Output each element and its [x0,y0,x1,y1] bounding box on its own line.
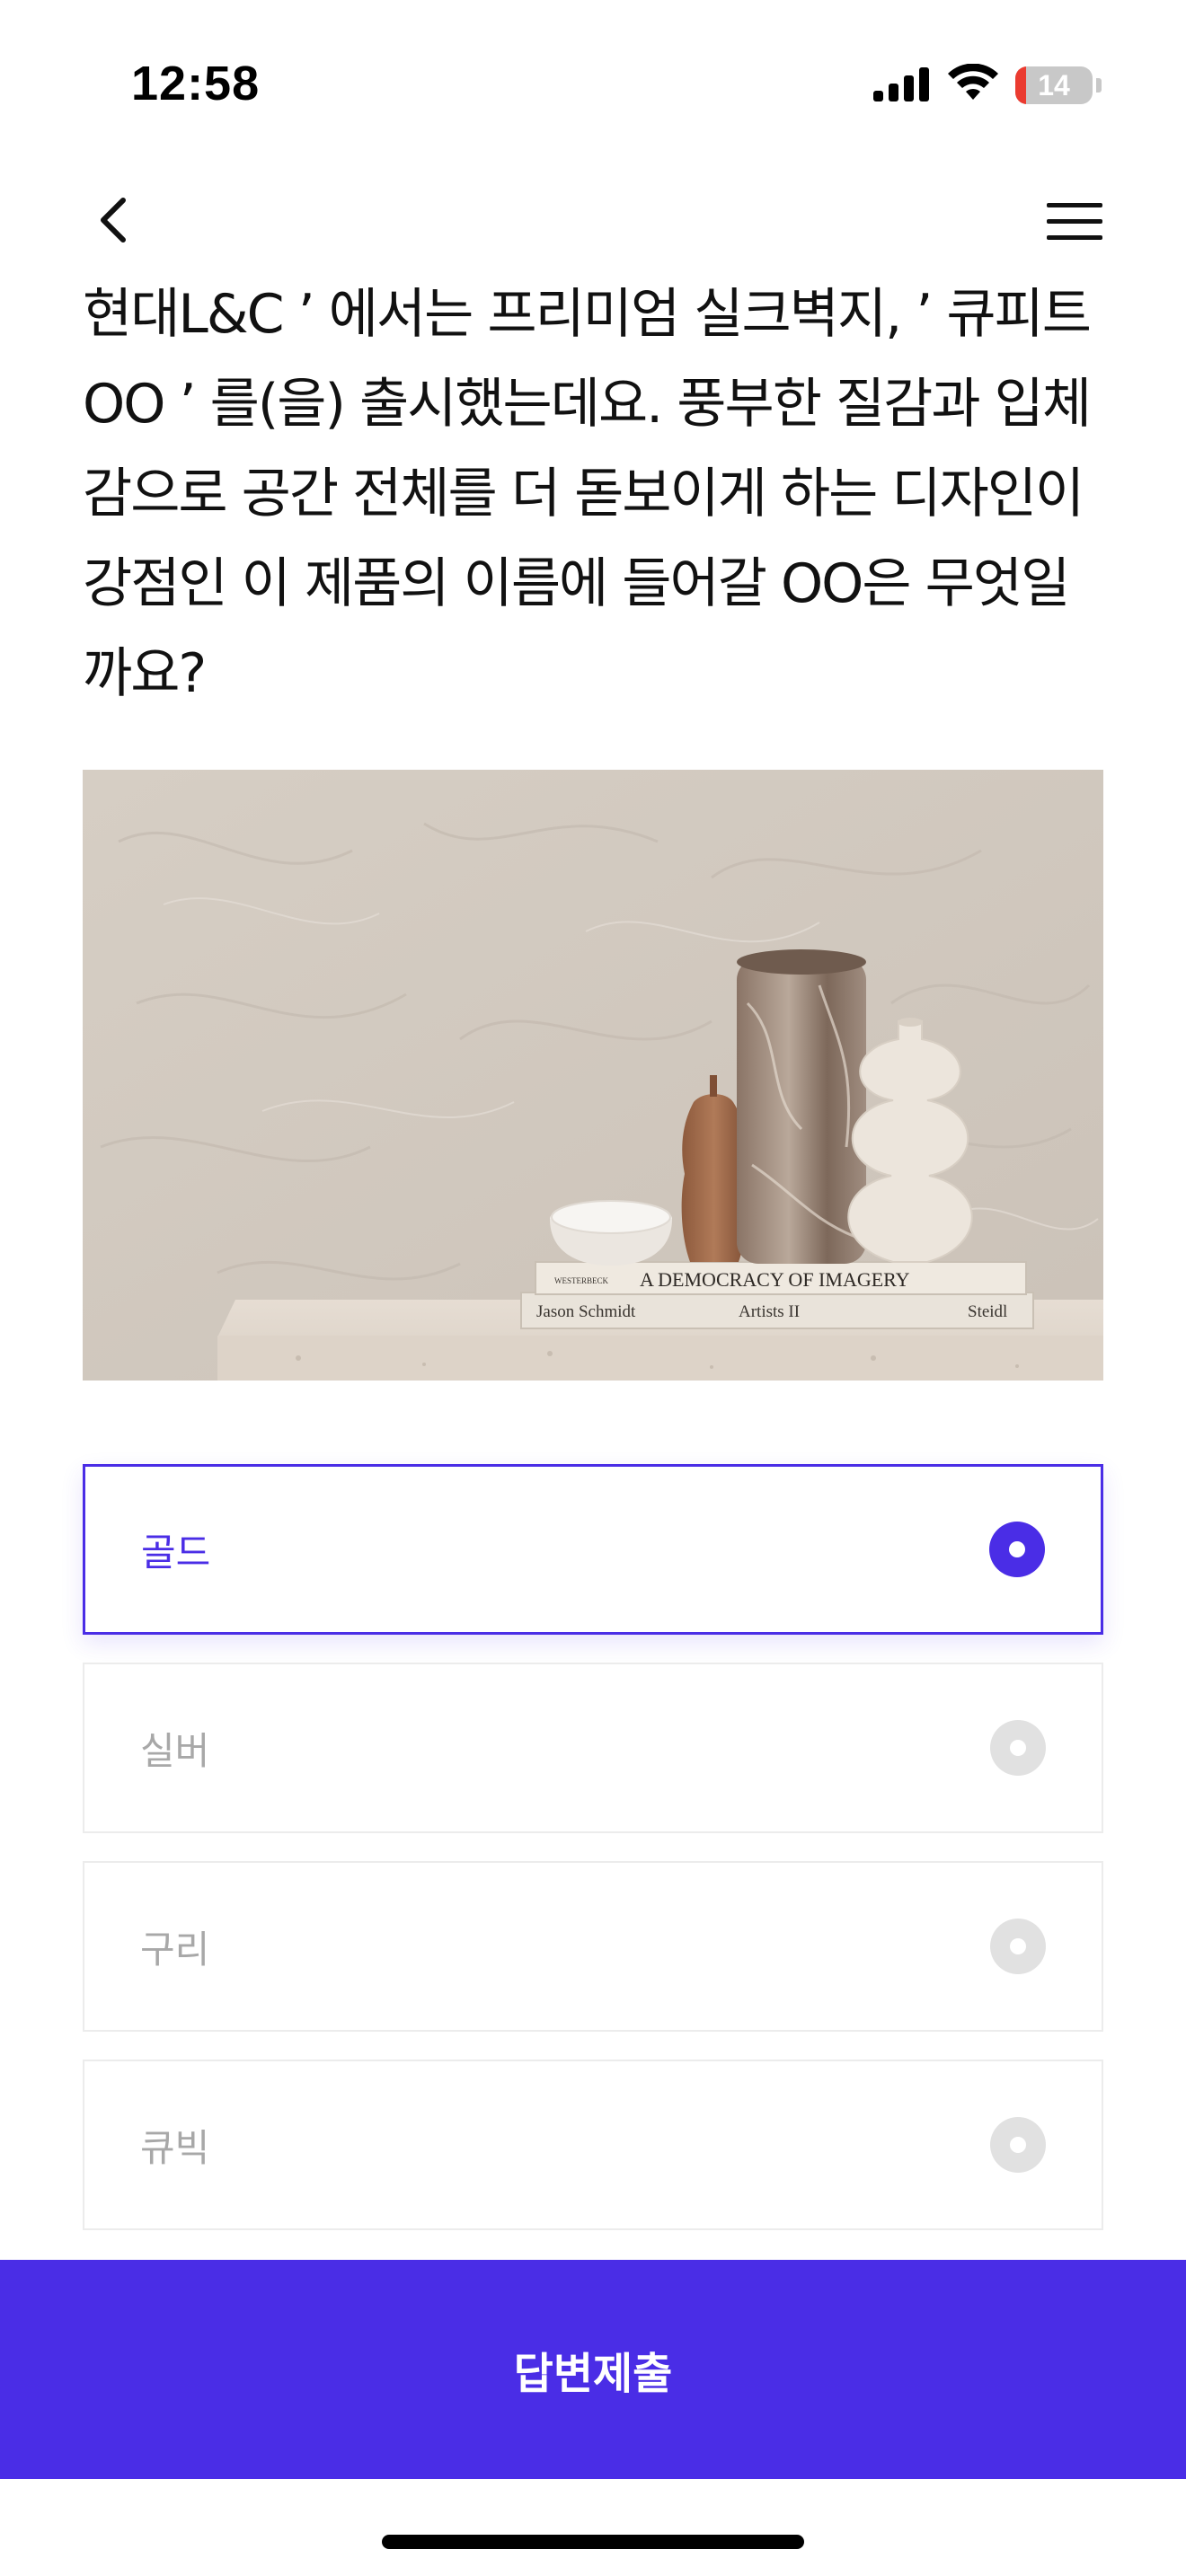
radio-dot [1009,1541,1025,1557]
wifi-icon [947,63,999,107]
option-label: 실버 [140,1728,210,1773]
battery-icon: 14 [1015,66,1093,104]
radio-dot [1010,2137,1026,2153]
menu-button[interactable] [1040,192,1109,255]
question-text: 현대L&C ’ 에서는 프리미엄 실크벽지, ’ 큐피트OO ’ 를(을) 출시… [83,283,1092,705]
option-label: 골드 [141,1530,211,1575]
battery-level: 14 [1038,68,1070,101]
svg-text:WESTERBECK: WESTERBECK [554,1276,608,1285]
option-label: 구리 [140,1927,210,1972]
svg-text:A DEMOCRACY OF IMAGERY: A DEMOCRACY OF IMAGERY [640,1268,910,1291]
home-indicator[interactable] [382,2535,804,2549]
option-cubic[interactable]: 큐빅 [83,2060,1103,2230]
radio-dot [1010,1938,1026,1954]
submit-answer-button[interactable]: 답변제출 [0,2260,1186,2479]
question-image: Jason Schmidt Artists II Steidl WESTERBE… [83,770,1103,1381]
back-button[interactable] [83,190,146,253]
radio-unselected-icon[interactable] [990,1919,1046,1974]
option-silver[interactable]: 실버 [83,1663,1103,1833]
option-copper[interactable]: 구리 [83,1861,1103,2032]
radio-unselected-icon[interactable] [990,1720,1046,1776]
radio-dot [1010,1740,1026,1756]
chevron-left-icon [96,195,132,249]
battery-cap [1096,78,1102,93]
status-time: 12:58 [131,57,261,110]
svg-text:Jason Schmidt: Jason Schmidt [536,1302,636,1321]
option-gold[interactable]: 골드 [83,1464,1103,1635]
hamburger-menu-icon [1045,200,1104,247]
cellular-signal-icon [873,66,931,105]
radio-selected-icon[interactable] [989,1522,1045,1577]
radio-unselected-icon[interactable] [990,2117,1046,2173]
svg-text:Artists II: Artists II [739,1302,800,1321]
svg-text:Steidl: Steidl [968,1302,1007,1321]
status-icons: 14 [873,63,1102,108]
quiz-screen: 12:58 14 현대L&C ’ 에서는 프리미엄 실크벽지, ’ 큐피트OO … [0,0,1186,2576]
option-label: 큐빅 [140,2125,210,2170]
